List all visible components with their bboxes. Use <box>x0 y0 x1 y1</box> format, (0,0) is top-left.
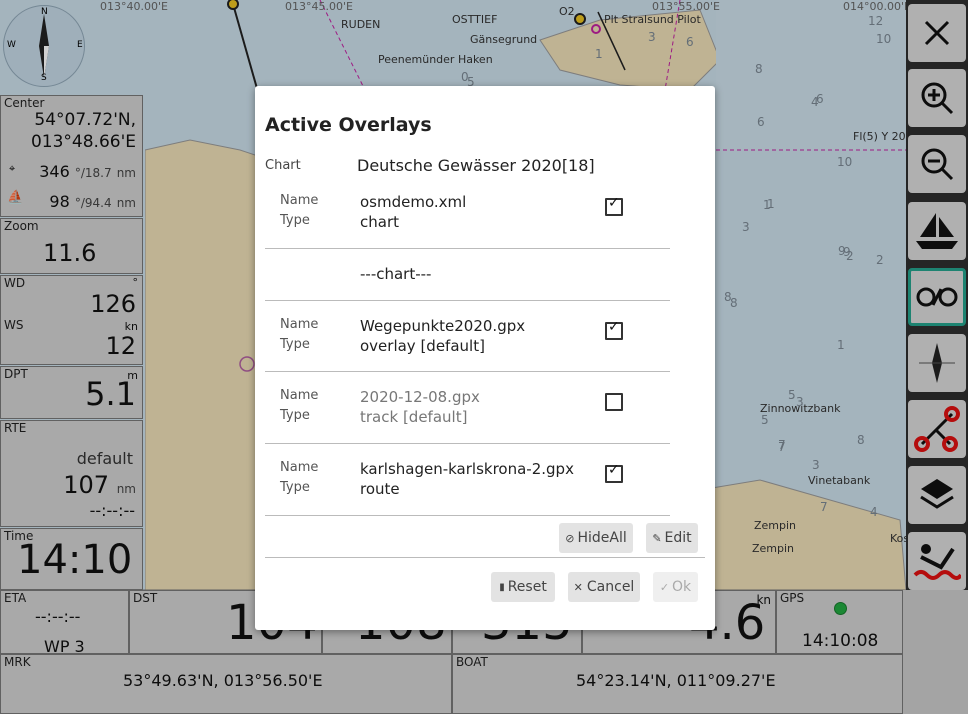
check-icon: ✓ <box>659 580 670 594</box>
active-overlays-dialog: Active Overlays Chart Deutsche Gewässer … <box>255 86 715 630</box>
overlay-checkbox[interactable] <box>605 319 623 340</box>
overlay-type: track [default] <box>360 408 468 426</box>
reset-button[interactable]: ▮ Reset <box>491 572 555 602</box>
overlay-item[interactable]: Name Type osmdemo.xml chart <box>265 184 670 249</box>
overlay-name: Wegepunkte2020.gpx <box>360 317 526 335</box>
overlay-checkbox[interactable] <box>605 393 623 411</box>
hideall-button[interactable]: ⊘ HideAll <box>559 523 633 553</box>
edit-label: Edit <box>664 530 692 546</box>
type-key: Type <box>280 213 310 228</box>
ok-button[interactable]: ✓ Ok <box>653 572 698 602</box>
divider <box>265 557 705 558</box>
overlay-type: route <box>360 480 400 498</box>
overlay-item[interactable]: Name Type Wegepunkte2020.gpx overlay [de… <box>265 300 670 372</box>
edit-button[interactable]: ✎ Edit <box>646 523 698 553</box>
eye-slash-icon: ⊘ <box>565 531 575 545</box>
pencil-icon: ✎ <box>652 531 662 545</box>
name-key: Name <box>280 460 319 475</box>
hideall-label: HideAll <box>577 530 627 546</box>
type-key: Type <box>280 480 310 495</box>
ok-label: Ok <box>672 579 692 595</box>
type-key: Type <box>280 408 310 423</box>
name-key: Name <box>280 388 319 403</box>
overlay-checkbox[interactable] <box>605 462 623 483</box>
cancel-label: Cancel <box>586 579 635 595</box>
overlay-name: karlshagen-karlskrona-2.gpx <box>360 460 574 478</box>
cancel-button[interactable]: ✕ Cancel <box>568 572 640 602</box>
dialog-title: Active Overlays <box>265 114 432 136</box>
x-icon: ✕ <box>573 580 583 594</box>
overlay-name: 2020-12-08.gpx <box>360 388 480 406</box>
name-key: Name <box>280 193 319 208</box>
overlay-type: chart <box>360 213 399 231</box>
overlay-type: overlay [default] <box>360 337 485 355</box>
overlay-item[interactable]: Name Type 2020-12-08.gpx track [default] <box>265 371 670 444</box>
overlay-name: osmdemo.xml <box>360 193 467 211</box>
trash-icon: ▮ <box>499 581 505 593</box>
chart-separator: ---chart--- <box>265 248 670 301</box>
type-key: Type <box>280 337 310 352</box>
overlay-checkbox[interactable] <box>605 195 623 216</box>
reset-label: Reset <box>507 579 547 595</box>
name-key: Name <box>280 317 319 332</box>
chart-value: Deutsche Gewässer 2020[18] <box>357 156 595 175</box>
separator-label: ---chart--- <box>360 265 432 283</box>
chart-label: Chart <box>265 158 301 173</box>
overlay-item[interactable]: Name Type karlshagen-karlskrona-2.gpx ro… <box>265 443 670 516</box>
